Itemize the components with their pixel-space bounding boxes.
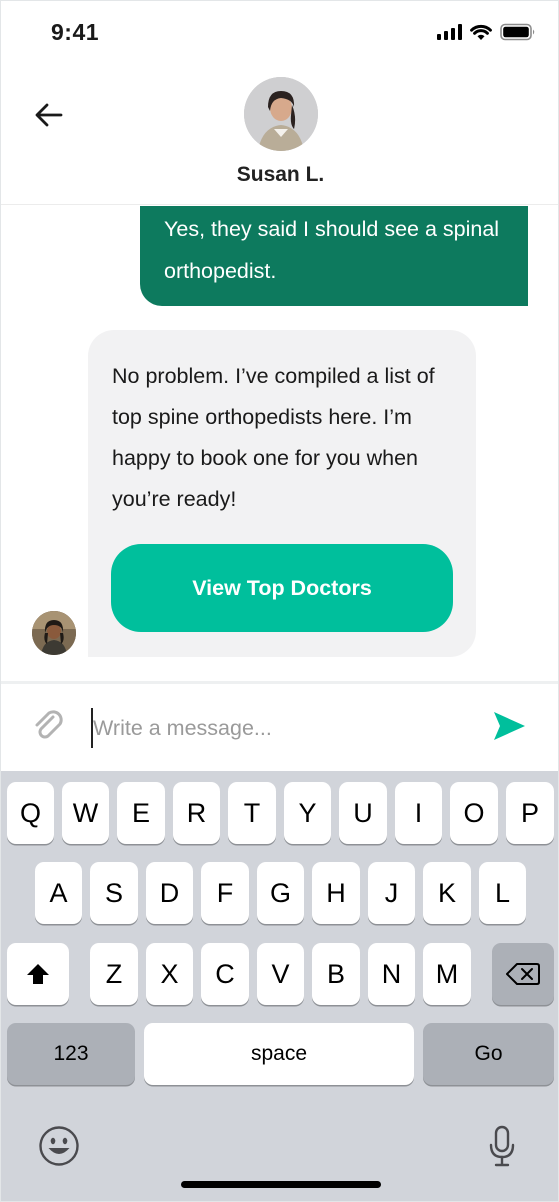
key-b[interactable]: B: [312, 943, 360, 1005]
space-key[interactable]: space: [144, 1023, 414, 1085]
chat-screen: 9:41 Susan L. Yes, they said I should se…: [0, 0, 559, 1202]
message-list[interactable]: Yes, they said I should see a spinal ort…: [1, 206, 558, 681]
key-p[interactable]: P: [506, 782, 554, 844]
key-a[interactable]: A: [35, 862, 82, 924]
key-o[interactable]: O: [450, 782, 498, 844]
message-composer: [1, 681, 558, 771]
key-t[interactable]: T: [228, 782, 276, 844]
numbers-key[interactable]: 123: [7, 1023, 135, 1085]
battery-icon: [500, 23, 535, 41]
shift-icon: [27, 964, 49, 984]
emoji-button[interactable]: [37, 1124, 81, 1168]
keyboard: Q W E R T Y U I O P A S D F G H J K L Z …: [1, 771, 558, 1201]
shift-key[interactable]: [7, 943, 69, 1005]
cellular-signal-icon: [437, 24, 462, 40]
key-r[interactable]: R: [173, 782, 220, 844]
paperclip-icon: [35, 710, 63, 739]
wifi-icon: [470, 24, 492, 40]
incoming-message: No problem. I’ve compiled a list of top …: [88, 330, 476, 657]
back-button[interactable]: [31, 97, 67, 133]
key-x[interactable]: X: [146, 943, 193, 1005]
go-key[interactable]: Go: [423, 1023, 554, 1085]
status-time: 9:41: [51, 19, 100, 45]
emoji-icon: [39, 1126, 79, 1166]
key-z[interactable]: Z: [90, 943, 138, 1005]
key-g[interactable]: G: [257, 862, 304, 924]
contact-avatar[interactable]: [244, 77, 318, 151]
key-k[interactable]: K: [423, 862, 471, 924]
home-indicator[interactable]: [181, 1181, 381, 1188]
agent-avatar-photo: [32, 611, 76, 655]
attach-button[interactable]: [31, 708, 67, 744]
send-icon: [494, 712, 525, 740]
contact-name: Susan L.: [236, 163, 325, 186]
key-l[interactable]: L: [479, 862, 526, 924]
avatar-photo: [244, 77, 318, 151]
key-w[interactable]: W: [62, 782, 109, 844]
key-i[interactable]: I: [395, 782, 442, 844]
chat-header: Susan L.: [1, 67, 558, 205]
key-n[interactable]: N: [368, 943, 415, 1005]
message-input[interactable]: [93, 708, 463, 748]
key-c[interactable]: C: [201, 943, 249, 1005]
key-f[interactable]: F: [201, 862, 249, 924]
status-icons: [437, 23, 536, 41]
key-m[interactable]: M: [423, 943, 471, 1005]
key-v[interactable]: V: [257, 943, 304, 1005]
key-j[interactable]: J: [368, 862, 415, 924]
key-q[interactable]: Q: [7, 782, 54, 844]
key-h[interactable]: H: [312, 862, 360, 924]
view-top-doctors-button[interactable]: View Top Doctors: [111, 544, 453, 632]
key-y[interactable]: Y: [284, 782, 331, 844]
key-s[interactable]: S: [90, 862, 138, 924]
microphone-icon: [489, 1125, 515, 1167]
message-text: No problem. I’ve compiled a list of top …: [112, 364, 435, 511]
delete-key[interactable]: [492, 943, 554, 1005]
microphone-button[interactable]: [480, 1124, 524, 1168]
arrow-left-icon: [35, 103, 63, 127]
key-e[interactable]: E: [117, 782, 165, 844]
outgoing-message: Yes, they said I should see a spinal ort…: [140, 206, 528, 306]
send-button[interactable]: [491, 708, 531, 748]
status-bar: 9:41: [1, 1, 558, 67]
backspace-icon: [506, 963, 540, 985]
key-d[interactable]: D: [146, 862, 193, 924]
agent-avatar: [32, 611, 76, 655]
message-text: Yes, they said I should see a spinal ort…: [164, 217, 500, 283]
key-u[interactable]: U: [339, 782, 387, 844]
